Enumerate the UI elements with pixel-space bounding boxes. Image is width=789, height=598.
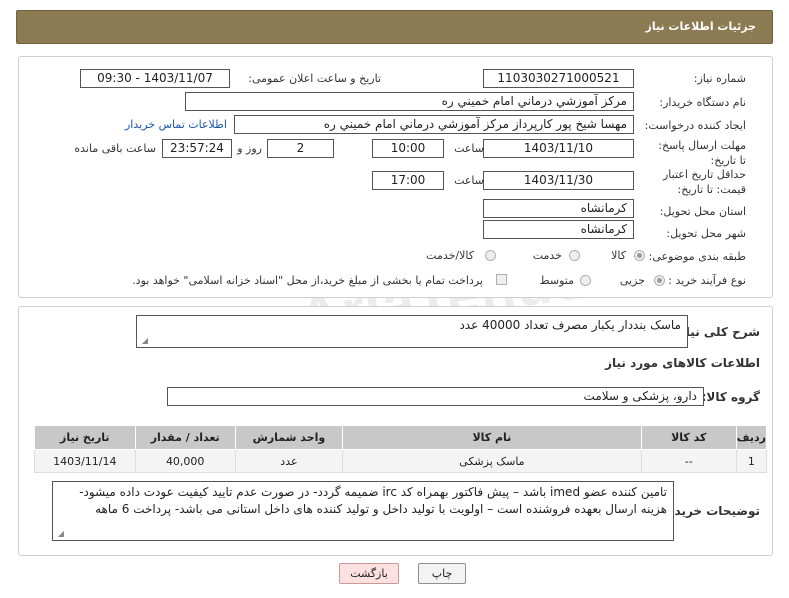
purchase-type-label: نوع فرآیند خرید :	[668, 274, 746, 287]
buyer-notes-text: تامین کننده عضو imed باشد – پیش فاکتور ب…	[79, 485, 667, 516]
city-label: شهر محل تحویل:	[666, 227, 746, 240]
row-date: 1403/11/14	[34, 449, 136, 473]
purchase-medium-radio[interactable]	[580, 275, 591, 286]
category-label: طبقه بندی موضوعی:	[648, 250, 746, 263]
page-title: جزئیات اطلاعات نیاز	[645, 20, 757, 33]
goods-group-field: دارو، پزشکی و سلامت	[167, 387, 704, 406]
resize-grip-icon[interactable]: ◢	[140, 337, 148, 345]
treasury-checkbox[interactable]	[496, 274, 507, 285]
remaining-time-field: 23:57:24	[162, 139, 232, 158]
goods-table: ردیف کد کالا نام کالا واحد شمارش تعداد /…	[34, 425, 768, 473]
row-unit: عدد	[234, 449, 344, 473]
city-field: کرمانشاه	[483, 220, 634, 239]
price-validity-label: حداقل تاریخ اعتبار قیمت: تا تاریخ:	[662, 168, 746, 196]
category-goods-service-radio[interactable]	[485, 250, 496, 261]
category-service-label: خدمت	[532, 249, 562, 262]
row-name: ماسک پزشکی	[342, 449, 642, 473]
announce-date-field: 1403/11/07 - 09:30	[80, 69, 230, 88]
deadline-time-field: 10:00	[372, 139, 444, 158]
print-button[interactable]: چاپ	[418, 563, 466, 584]
days-label: روز و	[237, 142, 262, 155]
treasury-note: پرداخت تمام یا بخشی از مبلغ خرید،از محل …	[132, 274, 483, 287]
price-validity-time-field: 17:00	[372, 171, 444, 190]
buyer-contact-link[interactable]: اطلاعات تماس خریدار	[125, 118, 227, 131]
province-label: استان محل تحویل:	[659, 205, 746, 218]
col-code-header: کد کالا	[640, 425, 737, 450]
price-validity-date-field: 1403/11/30	[483, 171, 634, 190]
col-qty-header: تعداد / مقدار	[134, 425, 236, 450]
col-row-header: ردیف	[735, 425, 768, 450]
row-index: 1	[735, 449, 768, 473]
resize-grip-icon[interactable]: ◢	[56, 530, 64, 538]
row-qty: 40,000	[134, 449, 236, 473]
purchase-minor-radio[interactable]	[654, 275, 665, 286]
col-date-header: تاریخ نیاز	[34, 425, 136, 450]
category-service-radio[interactable]	[569, 250, 580, 261]
goods-info-title: اطلاعات کالاهای مورد نیاز	[605, 356, 760, 370]
category-goods-service-label: کالا/خدمت	[426, 249, 474, 262]
buyer-notes-field: تامین کننده عضو imed باشد – پیش فاکتور ب…	[52, 481, 674, 541]
purchase-medium-label: متوسط	[539, 274, 574, 287]
page-header: جزئیات اطلاعات نیاز	[16, 10, 773, 44]
need-number-label: شماره نیاز:	[693, 72, 746, 85]
general-desc-text: ماسک بنددار یکبار مصرف تعداد 40000 عدد	[459, 318, 681, 332]
row-code: --	[640, 449, 737, 473]
buyer-org-label: نام دستگاه خریدار:	[659, 96, 746, 109]
col-unit-header: واحد شمارش	[234, 425, 344, 450]
days-remaining-field: 2	[267, 139, 334, 158]
category-goods-label: کالا	[611, 249, 626, 262]
table-row: 1 -- ماسک پزشکی عدد 40,000 1403/11/14	[34, 449, 768, 473]
need-number-field: 1103030271000521	[483, 69, 634, 88]
col-name-header: نام کالا	[342, 425, 642, 450]
deadline-date-field: 1403/11/10	[483, 139, 634, 158]
deadline-label: مهلت ارسال پاسخ: تا تاریخ:	[658, 139, 746, 167]
buyer-org-field: مرکز آموزشي درماني امام خميني ره	[185, 92, 634, 111]
purchase-minor-label: جزیی	[619, 274, 645, 287]
general-desc-field: ماسک بنددار یکبار مصرف تعداد 40000 عدد ◢	[136, 315, 688, 348]
province-field: کرمانشاه	[483, 199, 634, 218]
goods-group-label: گروه کالا:	[701, 390, 760, 404]
deadline-time-label: ساعت	[454, 142, 484, 155]
table-header-row: ردیف کد کالا نام کالا واحد شمارش تعداد /…	[34, 425, 768, 450]
remaining-time-label: ساعت باقی مانده	[74, 142, 156, 155]
creator-label: ایجاد کننده درخواست:	[644, 119, 746, 132]
back-button[interactable]: بازگشت	[339, 563, 399, 584]
price-validity-time-label: ساعت	[454, 174, 484, 187]
creator-field: مهسا شیخ پور کارپرداز مرکز آموزشي درماني…	[234, 115, 634, 134]
announce-date-label: تاریخ و ساعت اعلان عمومی:	[248, 72, 381, 85]
category-goods-radio[interactable]	[634, 250, 645, 261]
